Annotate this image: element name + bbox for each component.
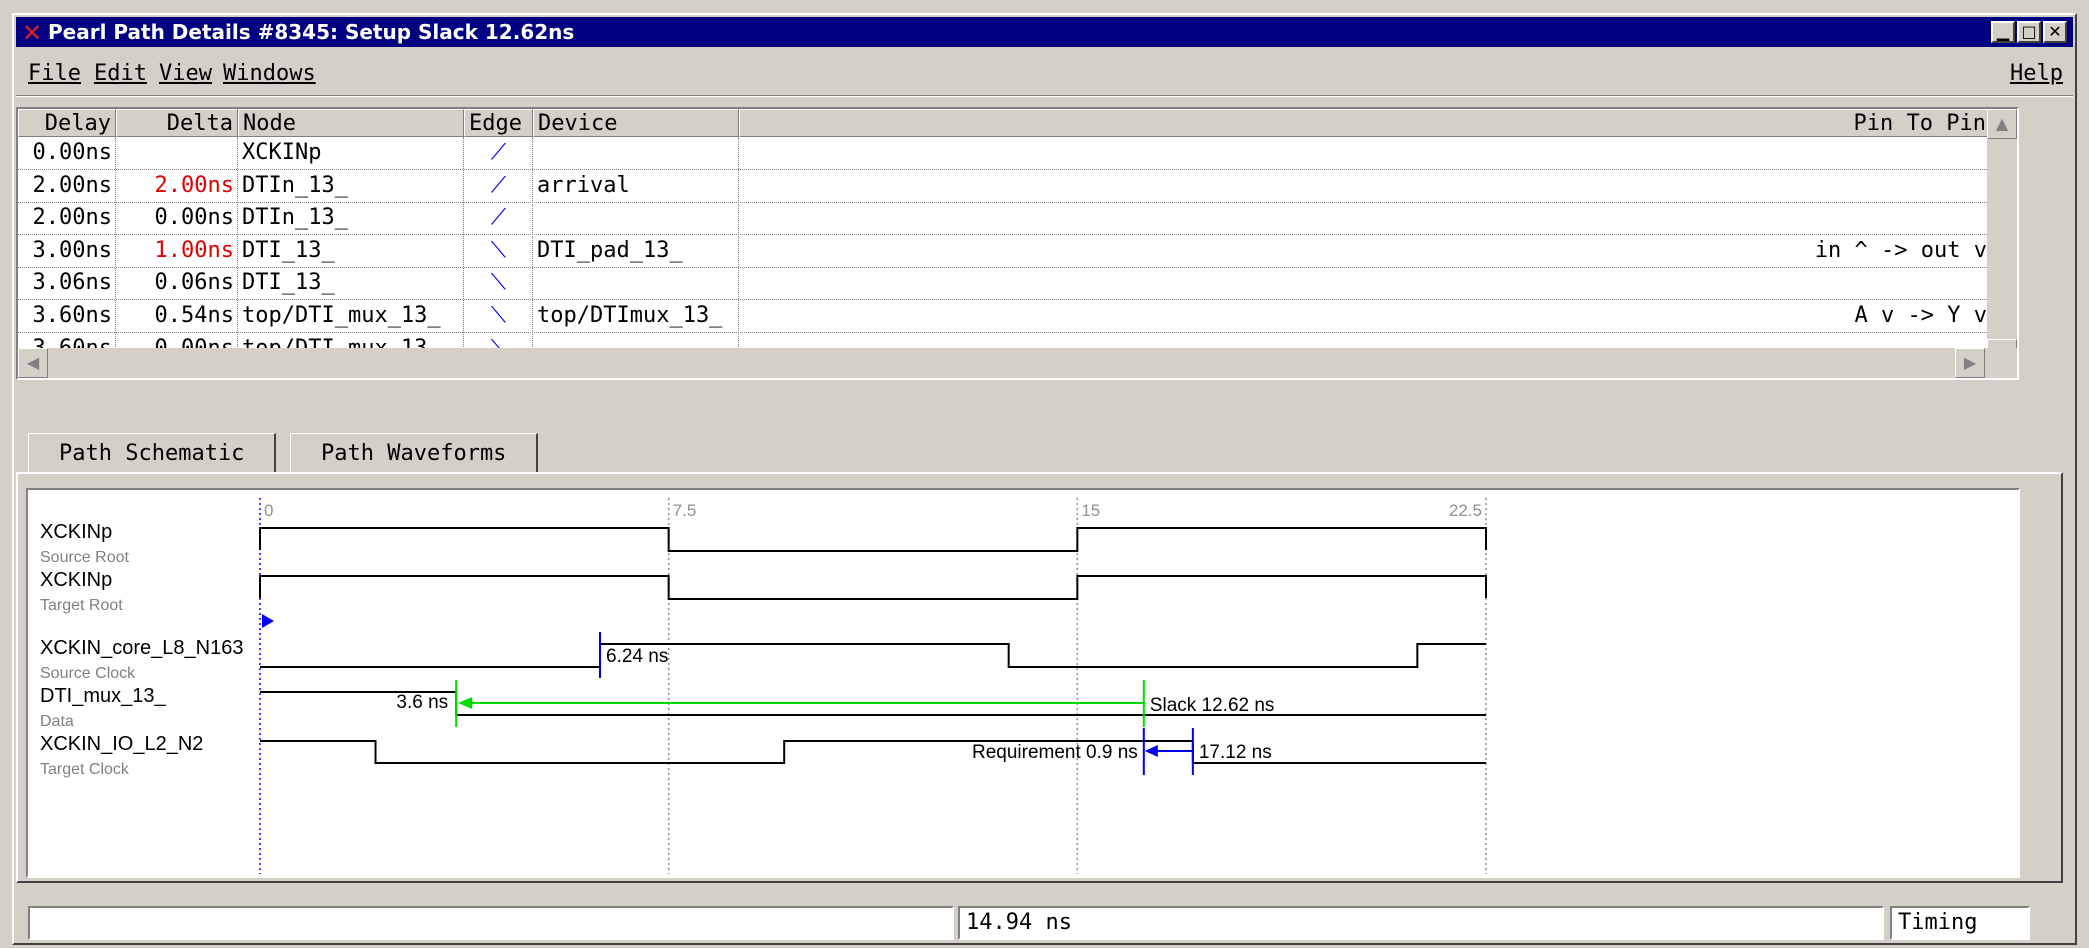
x-logo-icon: ✕ — [22, 19, 43, 47]
table-cell-pin[interactable] — [739, 267, 1991, 299]
table-cell-delay[interactable]: 3.06ns — [18, 267, 116, 299]
waveform-source-root — [259, 527, 1487, 552]
table-cell-node[interactable]: DTIn_13_ — [238, 170, 464, 202]
menu-bar: File Edit View Windows Help — [16, 51, 2073, 93]
signal-name[interactable]: XCKIN_core_L8_N163 — [40, 637, 243, 659]
falling-edge-icon[interactable]: ⟍ — [464, 267, 533, 299]
table-cell-pin[interactable] — [739, 137, 1991, 169]
signal-role: Source Clock — [40, 665, 136, 682]
table-cell-node[interactable]: top/DTI_mux_13_ — [238, 300, 464, 332]
signal-role: Target Root — [40, 597, 123, 614]
table-cell-node[interactable]: XCKINp — [238, 137, 464, 169]
table-cell-device[interactable] — [533, 202, 739, 234]
status-field-left — [28, 906, 954, 940]
slack-label: Slack 12.62 ns — [1150, 695, 1275, 716]
table-cell-delta[interactable]: 2.00ns — [116, 170, 238, 202]
tick-label: 15 — [1081, 501, 1100, 520]
column-header-edge[interactable]: Edge — [464, 109, 533, 137]
table-cell-delay[interactable]: 3.60ns — [18, 300, 116, 332]
column-header-delta[interactable]: Delta — [116, 109, 238, 137]
close-button[interactable]: ✕ — [2043, 21, 2067, 43]
requirement-label: Requirement 0.9 ns — [972, 742, 1138, 763]
rising-edge-icon[interactable]: ⟋ — [464, 137, 533, 169]
arrow-left-icon — [458, 697, 473, 709]
scroll-right-icon[interactable]: ▶ — [1955, 348, 1985, 378]
window-title: Pearl Path Details #8345: Setup Slack 12… — [48, 20, 575, 44]
table-cell-node[interactable]: DTI_13_ — [238, 267, 464, 299]
signal-role: Data — [40, 713, 74, 730]
signal-name[interactable]: DTI_mux_13_ — [40, 685, 166, 707]
falling-edge-icon[interactable]: ⟍ — [464, 300, 533, 332]
scroll-left-icon[interactable]: ◀ — [18, 348, 48, 378]
path-table: Delay Delta Node Edge Device Pin To Pin … — [16, 107, 2019, 380]
signal-role: Target Clock — [40, 761, 130, 778]
menu-separator — [16, 95, 2073, 97]
arrow-left-icon — [1144, 745, 1158, 757]
table-cell-device[interactable]: DTI_pad_13_ — [533, 235, 739, 267]
table-cell-pin[interactable]: A v -> Y v — [739, 300, 1991, 332]
waveform-target-root — [259, 575, 1487, 600]
table-cell-delay[interactable]: 2.00ns — [18, 202, 116, 234]
data-arrival-label: 3.6 ns — [396, 692, 448, 713]
signal-name[interactable]: XCKINp — [40, 521, 112, 543]
rising-edge-icon[interactable]: ⟋ — [464, 202, 533, 234]
table-cell-device[interactable]: top/DTImux_13_ — [533, 300, 739, 332]
table-cell-device[interactable] — [533, 267, 739, 299]
menu-view[interactable]: View — [159, 61, 212, 86]
tick-label: 0 — [264, 501, 273, 520]
table-cell-delay[interactable]: 0.00ns — [18, 137, 116, 169]
minimize-button[interactable]: ▁ — [1991, 21, 2015, 43]
column-header-delay[interactable]: Delay — [18, 109, 116, 137]
table-cell-node[interactable]: DTIn_13_ — [238, 202, 464, 234]
waveform-source-clock — [260, 643, 1486, 668]
tick-label: 22.5 — [1449, 501, 1482, 520]
table-cell-delay[interactable]: 2.00ns — [18, 170, 116, 202]
maximize-button[interactable]: □ — [2017, 21, 2041, 43]
waveform-target-clock — [260, 740, 1486, 764]
signal-name[interactable]: XCKIN_IO_L2_N2 — [40, 733, 203, 755]
signal-name[interactable]: XCKINp — [40, 569, 112, 591]
table-cell-delta[interactable]: 0.54ns — [116, 300, 238, 332]
title-bar[interactable]: ✕ Pearl Path Details #8345: Setup Slack … — [16, 17, 2073, 47]
vertical-scrollbar[interactable]: ▲ ▼ — [1987, 109, 2017, 369]
waveform-canvas[interactable]: 0 7.5 15 22.5 XCKINp Source Root XCKINp Target… — [28, 490, 2018, 876]
table-cell-node[interactable]: DTI_13_ — [238, 235, 464, 267]
tick-label: 7.5 — [673, 501, 697, 520]
waveform-panel: 0 7.5 15 22.5 XCKINp Source Root XCKINp Target… — [26, 488, 2020, 878]
menu-windows[interactable]: Windows — [223, 61, 316, 86]
menu-file[interactable]: File — [28, 61, 81, 86]
falling-edge-icon[interactable]: ⟍ — [464, 235, 533, 267]
column-header-device[interactable]: Device — [533, 109, 739, 137]
table-cell-pin[interactable]: in ^ -> out v — [739, 235, 1991, 267]
status-field-mode: Timing — [1890, 906, 2030, 940]
status-field-time: 14.94 ns — [958, 906, 1884, 940]
table-cell-delta[interactable]: 0.00ns — [116, 202, 238, 234]
source-clock-edge-label: 6.24 ns — [606, 646, 668, 667]
menu-help[interactable]: Help — [2010, 61, 2063, 86]
column-header-pin-to-pin[interactable]: Pin To Pin — [739, 109, 1991, 137]
table-cell-device[interactable] — [533, 137, 739, 169]
table-cell-delay[interactable]: 3.00ns — [18, 235, 116, 267]
table-cell-pin[interactable] — [739, 202, 1991, 234]
menu-edit[interactable]: Edit — [94, 61, 147, 86]
tab-path-schematic[interactable]: Path Schematic — [28, 433, 277, 473]
rising-edge-icon[interactable]: ⟋ — [464, 170, 533, 202]
signal-role: Source Root — [40, 549, 129, 566]
table-cell-delta[interactable]: 1.00ns — [116, 235, 238, 267]
marker-icon — [262, 614, 274, 628]
tab-path-waveforms[interactable]: Path Waveforms — [290, 433, 539, 473]
table-cell-delta[interactable] — [116, 137, 238, 169]
column-header-node[interactable]: Node — [238, 109, 464, 137]
scroll-up-icon[interactable]: ▲ — [1987, 109, 2017, 139]
table-cell-device[interactable]: arrival — [533, 170, 739, 202]
table-cell-pin[interactable] — [739, 170, 1991, 202]
table-cell-delta[interactable]: 0.06ns — [116, 267, 238, 299]
target-edge-label: 17.12 ns — [1199, 742, 1272, 763]
horizontal-scrollbar[interactable]: ◀ ▶ — [18, 348, 2017, 378]
